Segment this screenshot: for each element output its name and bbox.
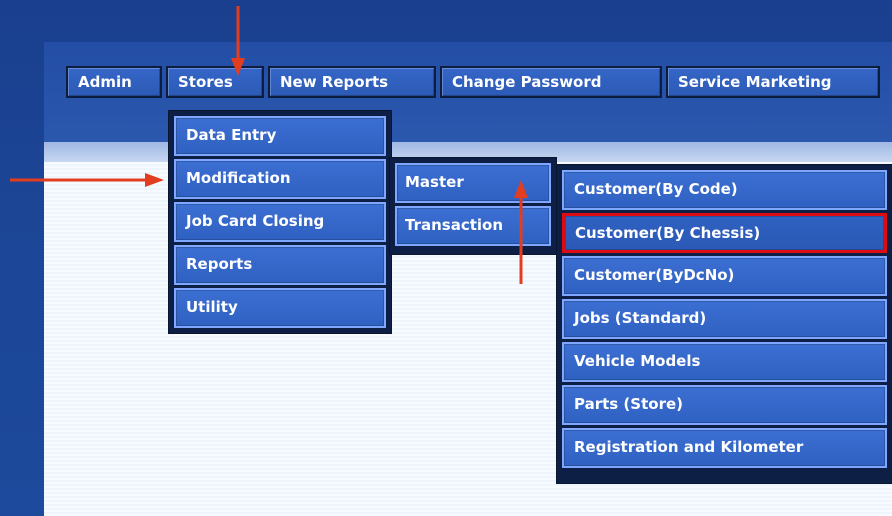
- master-item-customer-by-code[interactable]: Customer(By Code): [562, 170, 887, 210]
- menu-admin-label: Admin: [78, 73, 132, 91]
- menu-service-marketing-label: Service Marketing: [678, 73, 832, 91]
- modification-item-master[interactable]: Master: [395, 163, 551, 203]
- stores-item-reports-label: Reports: [186, 255, 253, 273]
- master-item-parts-store[interactable]: Parts (Store): [562, 385, 887, 425]
- master-submenu: Customer(By Code) Customer(By Chessis) C…: [557, 165, 892, 483]
- stores-item-modification-label: Modification: [186, 169, 291, 187]
- master-item-customer-by-chessis[interactable]: Customer(By Chessis): [562, 213, 887, 253]
- main-menubar: Admin Stores New Reports Change Password…: [66, 66, 880, 102]
- master-item-customer-by-dcno-label: Customer(ByDcNo): [574, 266, 735, 284]
- stores-item-data-entry[interactable]: Data Entry: [174, 116, 386, 156]
- master-item-customer-by-dcno[interactable]: Customer(ByDcNo): [562, 256, 887, 296]
- master-item-vehicle-models-label: Vehicle Models: [574, 352, 701, 370]
- master-item-vehicle-models[interactable]: Vehicle Models: [562, 342, 887, 382]
- master-item-jobs-standard[interactable]: Jobs (Standard): [562, 299, 887, 339]
- stores-dropdown: Data Entry Modification Job Card Closing…: [169, 111, 391, 333]
- master-item-customer-by-chessis-label: Customer(By Chessis): [575, 224, 761, 242]
- master-item-registration-kilometer-label: Registration and Kilometer: [574, 438, 804, 456]
- stores-item-data-entry-label: Data Entry: [186, 126, 277, 144]
- menu-change-password[interactable]: Change Password: [440, 66, 662, 98]
- master-item-customer-by-code-label: Customer(By Code): [574, 180, 738, 198]
- menu-stores-label: Stores: [178, 73, 233, 91]
- menu-new-reports-label: New Reports: [280, 73, 389, 91]
- menu-change-password-label: Change Password: [452, 73, 602, 91]
- master-item-jobs-standard-label: Jobs (Standard): [574, 309, 707, 327]
- stores-item-job-card-closing[interactable]: Job Card Closing: [174, 202, 386, 242]
- stores-item-job-card-closing-label: Job Card Closing: [186, 212, 325, 230]
- master-item-parts-store-label: Parts (Store): [574, 395, 683, 413]
- modification-item-transaction[interactable]: Transaction: [395, 206, 551, 246]
- stores-item-reports[interactable]: Reports: [174, 245, 386, 285]
- menu-admin[interactable]: Admin: [66, 66, 162, 98]
- stores-item-modification[interactable]: Modification: [174, 159, 386, 199]
- menu-service-marketing[interactable]: Service Marketing: [666, 66, 880, 98]
- menu-new-reports[interactable]: New Reports: [268, 66, 436, 98]
- modification-item-transaction-label: Transaction: [405, 216, 504, 234]
- stores-item-utility-label: Utility: [186, 298, 238, 316]
- modification-submenu: Master Transaction: [390, 158, 556, 254]
- stores-item-utility[interactable]: Utility: [174, 288, 386, 328]
- menu-stores[interactable]: Stores: [166, 66, 264, 98]
- modification-item-master-label: Master: [405, 173, 464, 191]
- master-item-registration-kilometer[interactable]: Registration and Kilometer: [562, 428, 887, 468]
